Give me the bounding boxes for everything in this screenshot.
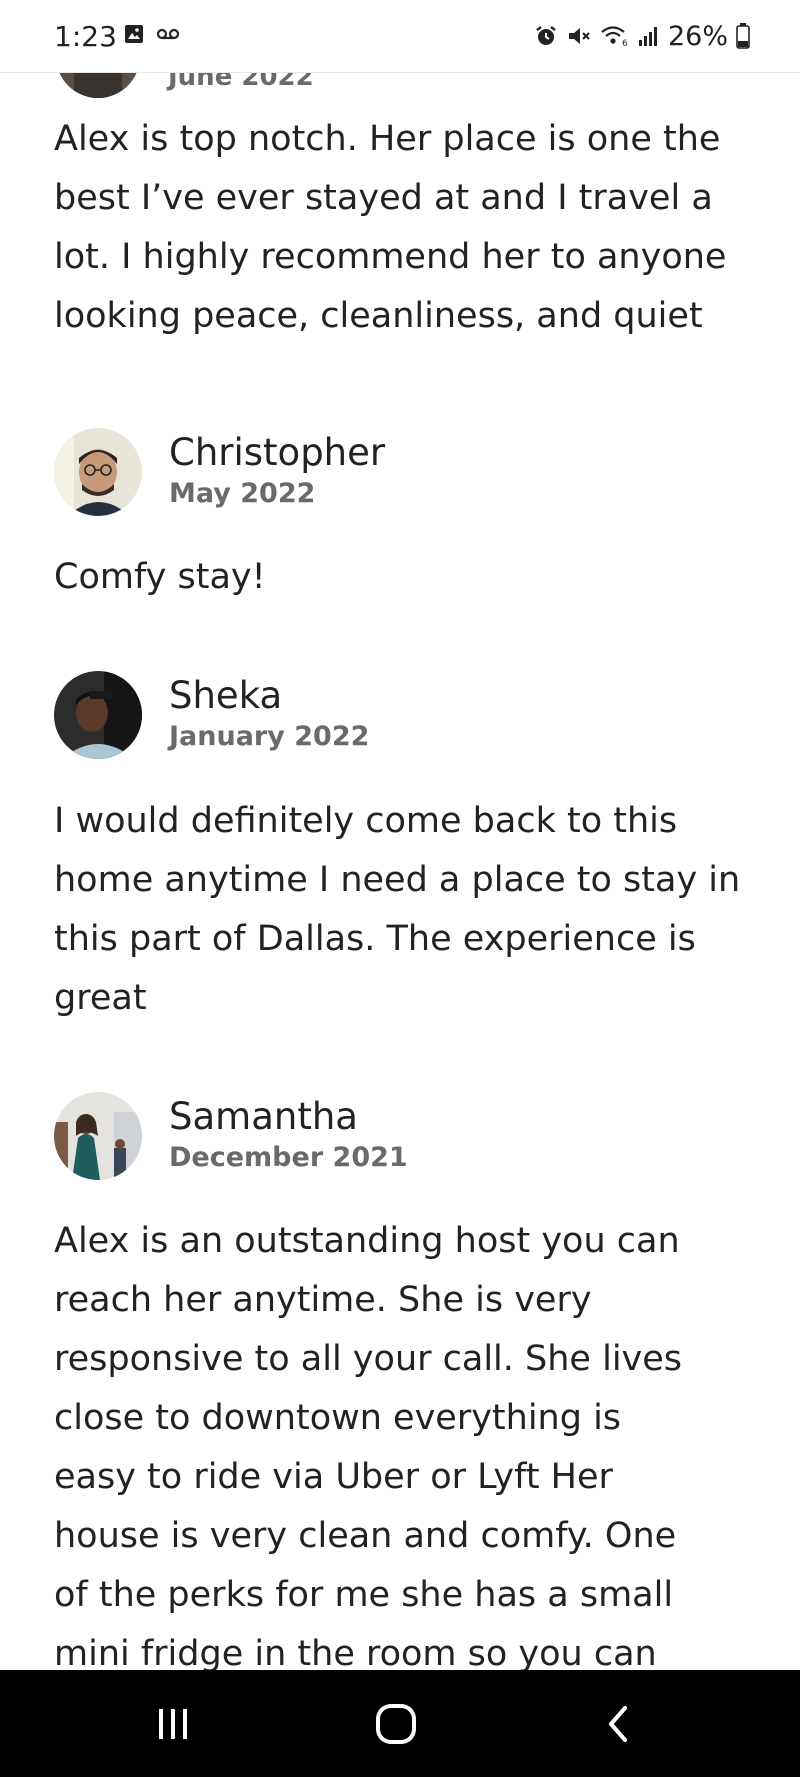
voicemail-icon (156, 28, 180, 40)
navigation-bar (0, 1670, 800, 1777)
reviewer-name: Christopher (169, 431, 386, 474)
recents-icon (159, 1708, 187, 1739)
review-text: Alex is top notch. Her place is one the … (54, 119, 727, 336)
reviewer-header: Sheka January 2022 (54, 671, 754, 761)
reviewer-header: Samantha December 2021 (54, 1092, 754, 1182)
back-button[interactable] (559, 1670, 679, 1777)
status-time: 1:23 (54, 20, 117, 53)
mute-icon (568, 28, 590, 44)
review-text: Comfy stay! (54, 557, 266, 597)
image-icon (125, 25, 143, 43)
avatar[interactable] (54, 1092, 142, 1180)
alarm-icon (536, 26, 556, 45)
signal-icon (638, 27, 657, 46)
review-date: December 2021 (169, 1142, 408, 1173)
avatar[interactable] (54, 671, 142, 759)
svg-text:6: 6 (622, 39, 628, 48)
reviewer-name: Sheka (169, 674, 283, 717)
review-date: May 2022 (169, 478, 316, 509)
home-button[interactable] (336, 1670, 456, 1777)
home-icon (376, 1703, 416, 1744)
status-icons: 6 26% (534, 20, 750, 52)
battery-icon (736, 23, 750, 49)
reviewer-header: Christopher May 2022 (54, 428, 754, 518)
back-icon (609, 1705, 627, 1742)
review-text: I would definitely come back to this hom… (54, 801, 741, 1018)
avatar[interactable] (54, 428, 142, 516)
recents-button[interactable] (113, 1670, 233, 1777)
review-text: Alex is an outstanding host you can reac… (54, 1221, 683, 1674)
battery-level: 26% (667, 20, 728, 52)
wifi-icon: 6 (601, 26, 628, 48)
reviewer-name: Samantha (169, 1095, 358, 1138)
review-date: January 2022 (169, 721, 370, 752)
status-bar: 1:23 6 26% (0, 0, 800, 73)
